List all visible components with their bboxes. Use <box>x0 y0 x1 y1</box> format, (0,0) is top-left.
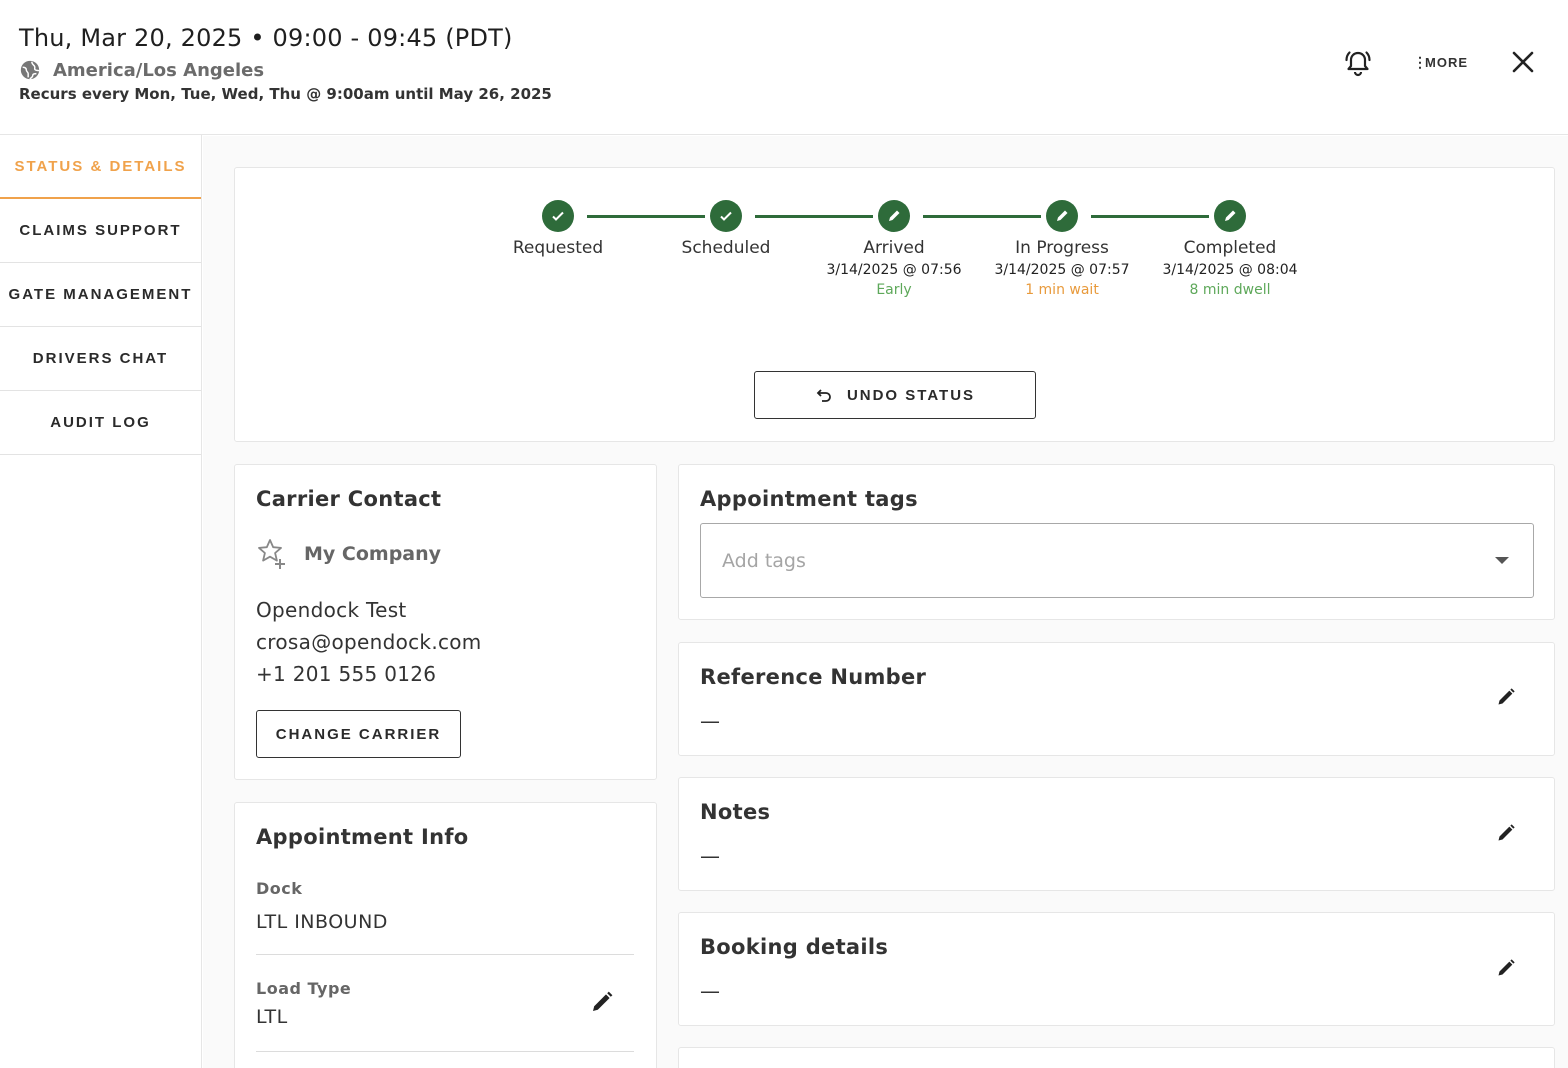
card-title: Booking details <box>700 935 889 959</box>
contact-email: crosa@opendock.com <box>256 630 482 654</box>
dock-label: Dock <box>256 879 303 898</box>
tab-drivers-chat[interactable]: DRIVERS CHAT <box>0 327 201 391</box>
tab-audit-log[interactable]: AUDIT LOG <box>0 391 201 455</box>
more-menu-button[interactable]: ⋮ MORE <box>1413 52 1468 72</box>
pencil-icon[interactable] <box>1496 823 1516 843</box>
bell-ring-icon[interactable] <box>1343 48 1373 78</box>
detail-sidebar: STATUS & DETAILS CLAIMS SUPPORT GATE MAN… <box>0 135 202 1068</box>
next-card <box>678 1047 1555 1068</box>
status-step-arrived: Arrived 3/14/2025 @ 07:56 Early <box>810 200 978 298</box>
status-timeline: Requested Scheduled Arrived 3/14/2025 @ … <box>235 168 1554 368</box>
globe-icon <box>20 60 40 80</box>
company-name: My Company <box>304 543 442 565</box>
load-type-value: LTL <box>256 1006 288 1028</box>
more-label: MORE <box>1425 54 1468 70</box>
close-icon[interactable] <box>1510 49 1536 75</box>
tags-select[interactable]: Add tags <box>700 523 1534 598</box>
check-icon <box>710 200 742 232</box>
appointment-tags-card: Appointment tags Add tags <box>678 464 1555 620</box>
status-step-completed: Completed 3/14/2025 @ 08:04 8 min dwell <box>1146 200 1314 298</box>
step-label: Scheduled <box>681 238 771 258</box>
step-timestamp: 3/14/2025 @ 08:04 <box>1162 262 1298 278</box>
undo-icon <box>816 389 831 402</box>
load-type-label: Load Type <box>256 979 352 998</box>
star-plus-icon[interactable] <box>256 537 288 571</box>
notes-value: — <box>700 844 720 868</box>
tags-placeholder: Add tags <box>722 550 806 572</box>
divider <box>256 1051 634 1052</box>
contact-phone: +1 201 555 0126 <box>256 662 437 686</box>
step-label: In Progress <box>1015 238 1109 258</box>
notes-card: Notes — <box>678 777 1555 891</box>
main-content: Requested Scheduled Arrived 3/14/2025 @ … <box>203 136 1568 1068</box>
carrier-contact-card: Carrier Contact My Company Opendock Test… <box>234 464 657 780</box>
change-carrier-button[interactable]: CHANGE CARRIER <box>256 710 461 758</box>
timezone-label: America/Los Angeles <box>53 59 265 81</box>
undo-status-button[interactable]: UNDO STATUS <box>754 371 1036 419</box>
check-icon <box>542 200 574 232</box>
card-title: Appointment Info <box>256 825 469 849</box>
pencil-icon[interactable] <box>1046 200 1078 232</box>
undo-status-label: UNDO STATUS <box>846 386 976 404</box>
tab-gate-management[interactable]: GATE MANAGEMENT <box>0 263 201 327</box>
status-step-requested: Requested <box>474 200 642 258</box>
pencil-icon[interactable] <box>1496 958 1516 978</box>
status-step-scheduled: Scheduled <box>642 200 810 258</box>
reference-number-card: Reference Number — <box>678 642 1555 756</box>
pencil-icon[interactable] <box>590 990 614 1014</box>
step-note: 8 min dwell <box>1189 282 1271 298</box>
dock-value: LTL INBOUND <box>256 911 388 933</box>
appointment-header: Thu, Mar 20, 2025 • 09:00 - 09:45 (PDT) … <box>0 0 1568 135</box>
contact-name: Opendock Test <box>256 598 407 622</box>
card-title: Notes <box>700 800 771 824</box>
step-timestamp: 3/14/2025 @ 07:56 <box>826 262 962 278</box>
status-card: Requested Scheduled Arrived 3/14/2025 @ … <box>234 167 1555 442</box>
step-note: 1 min wait <box>1025 282 1099 298</box>
appointment-datetime: Thu, Mar 20, 2025 • 09:00 - 09:45 (PDT) <box>19 24 513 52</box>
booking-details-value: — <box>700 979 720 1003</box>
card-title: Reference Number <box>700 665 927 689</box>
card-title: Appointment tags <box>700 487 918 511</box>
step-timestamp: 3/14/2025 @ 07:57 <box>994 262 1130 278</box>
more-vertical-icon: ⋮ <box>1413 54 1428 70</box>
step-label: Arrived <box>863 238 925 258</box>
tab-status-details[interactable]: STATUS & DETAILS <box>0 135 201 199</box>
timezone-row: America/Los Angeles <box>19 58 264 82</box>
status-step-in-progress: In Progress 3/14/2025 @ 07:57 1 min wait <box>978 200 1146 298</box>
reference-number-value: — <box>700 709 720 733</box>
step-label: Requested <box>512 238 604 258</box>
appointment-info-card: Appointment Info Dock LTL INBOUND Load T… <box>234 802 657 1068</box>
company-row: My Company <box>256 537 441 571</box>
chevron-down-icon <box>1495 557 1509 564</box>
booking-details-card: Booking details — <box>678 912 1555 1026</box>
divider <box>256 954 634 955</box>
recurrence-text: Recurs every Mon, Tue, Wed, Thu @ 9:00am… <box>19 85 552 103</box>
tab-claims-support[interactable]: CLAIMS SUPPORT <box>0 199 201 263</box>
card-title: Carrier Contact <box>256 487 442 511</box>
pencil-icon[interactable] <box>878 200 910 232</box>
pencil-icon[interactable] <box>1496 687 1516 707</box>
step-note: Early <box>876 282 912 298</box>
pencil-icon[interactable] <box>1214 200 1246 232</box>
step-label: Completed <box>1183 238 1277 258</box>
